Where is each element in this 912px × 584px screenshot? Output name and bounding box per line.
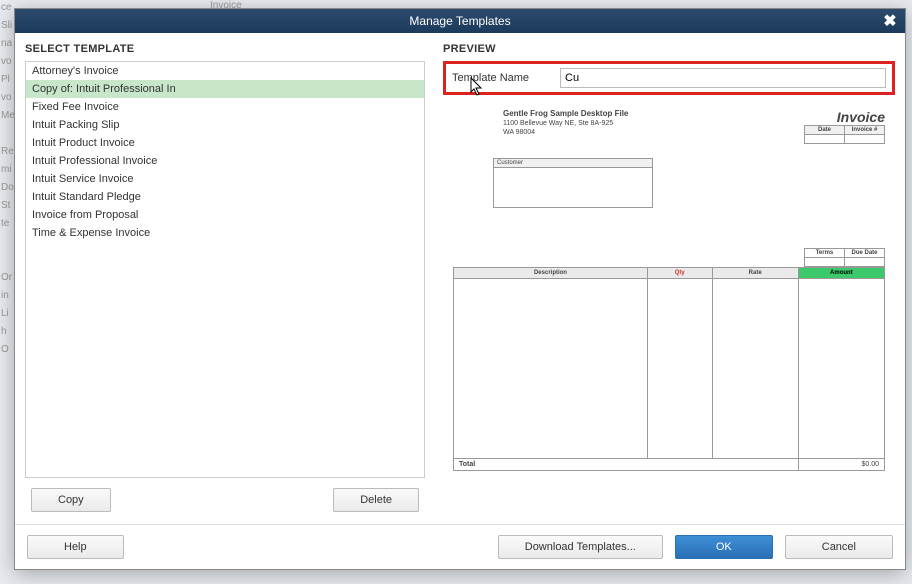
template-list[interactable]: Attorney's InvoiceCopy of: Intuit Profes… — [25, 61, 425, 478]
delete-button[interactable]: Delete — [333, 488, 419, 512]
bg-fragment: Do — [1, 182, 14, 193]
bg-fragment: Re — [1, 146, 14, 157]
bg-fragment: St — [1, 200, 10, 211]
manage-templates-dialog: Manage Templates ✖ SELECT TEMPLATE Attor… — [14, 8, 906, 570]
dialog-titlebar: Manage Templates ✖ — [15, 9, 905, 33]
customer-box: Customer — [493, 158, 653, 208]
preview-header: PREVIEW — [443, 43, 895, 55]
template-item[interactable]: Intuit Packing Slip — [26, 116, 424, 134]
bg-fragment: Or — [1, 272, 12, 283]
template-item[interactable]: Intuit Service Invoice — [26, 170, 424, 188]
col-rate: Rate — [712, 268, 798, 279]
select-template-header: SELECT TEMPLATE — [25, 43, 425, 55]
company-name: Gentle Frog Sample Desktop File — [503, 109, 628, 119]
cancel-button[interactable]: Cancel — [785, 535, 893, 559]
template-name-highlight: Template Name — [443, 61, 895, 95]
template-name-row: Template Name — [452, 68, 886, 88]
company-addr1: 1100 Bellevue Way NE, Ste 8A-925 — [503, 119, 628, 128]
dialog-title: Manage Templates — [409, 14, 510, 28]
bg-fragment: na — [1, 38, 12, 49]
bg-fragment: h — [1, 326, 7, 337]
company-addr2: WA 98004 — [503, 128, 628, 137]
bg-fragment: O — [1, 344, 9, 355]
customer-header: Customer — [494, 159, 652, 168]
terms-header: Terms — [805, 249, 845, 258]
template-item[interactable]: Intuit Professional Invoice — [26, 152, 424, 170]
invoice-meta-table: Date Invoice # — [804, 125, 885, 144]
template-item[interactable]: Intuit Product Invoice — [26, 134, 424, 152]
due-header: Due Date — [845, 249, 885, 258]
help-button[interactable]: Help — [27, 535, 124, 559]
col-description: Description — [454, 268, 648, 279]
right-panel: PREVIEW Template Name Gentle Frog Sample… — [443, 43, 895, 524]
dialog-footer: Help Download Templates... OK Cancel — [15, 524, 905, 569]
invoice-title: Invoice — [804, 109, 885, 125]
invoice-line-table: Description Qty Rate Amount Total $0.00 — [453, 267, 885, 471]
template-name-input[interactable] — [560, 68, 886, 88]
bg-fragment: Pl — [1, 74, 10, 85]
col-amount: Amount — [798, 268, 884, 279]
template-item[interactable]: Fixed Fee Invoice — [26, 98, 424, 116]
bg-fragment: vo — [1, 92, 12, 103]
bg-fragment: Sli — [1, 20, 12, 31]
template-item[interactable]: Time & Expense Invoice — [26, 224, 424, 242]
col-qty: Qty — [647, 268, 712, 279]
bg-fragment: ce — [1, 2, 12, 13]
left-panel: SELECT TEMPLATE Attorney's InvoiceCopy o… — [25, 43, 425, 524]
bg-fragment: te — [1, 218, 9, 229]
bg-fragment: Me — [1, 110, 15, 121]
total-value: $0.00 — [798, 459, 884, 471]
template-item[interactable]: Copy of: Intuit Professional In — [26, 80, 424, 98]
template-name-label: Template Name — [452, 72, 552, 84]
bg-fragment: Li — [1, 308, 9, 319]
copy-button[interactable]: Copy — [31, 488, 111, 512]
list-button-row: Copy Delete — [25, 478, 425, 524]
template-item[interactable]: Invoice from Proposal — [26, 206, 424, 224]
download-templates-button[interactable]: Download Templates... — [498, 535, 663, 559]
date-header: Date — [805, 126, 845, 135]
template-item[interactable]: Attorney's Invoice — [26, 62, 424, 80]
ok-button[interactable]: OK — [675, 535, 773, 559]
dialog-content: SELECT TEMPLATE Attorney's InvoiceCopy o… — [15, 33, 905, 524]
bg-fragment: vo — [1, 56, 12, 67]
invnum-header: Invoice # — [845, 126, 885, 135]
bg-fragment: in — [1, 290, 9, 301]
close-icon[interactable]: ✖ — [881, 11, 899, 31]
company-block: Gentle Frog Sample Desktop File 1100 Bel… — [503, 109, 628, 144]
terms-due-box: Terms Due Date — [804, 248, 885, 267]
invoice-preview: Gentle Frog Sample Desktop File 1100 Bel… — [443, 101, 895, 524]
bg-fragment: mi — [1, 164, 12, 175]
total-label: Total — [454, 459, 799, 471]
template-item[interactable]: Intuit Standard Pledge — [26, 188, 424, 206]
